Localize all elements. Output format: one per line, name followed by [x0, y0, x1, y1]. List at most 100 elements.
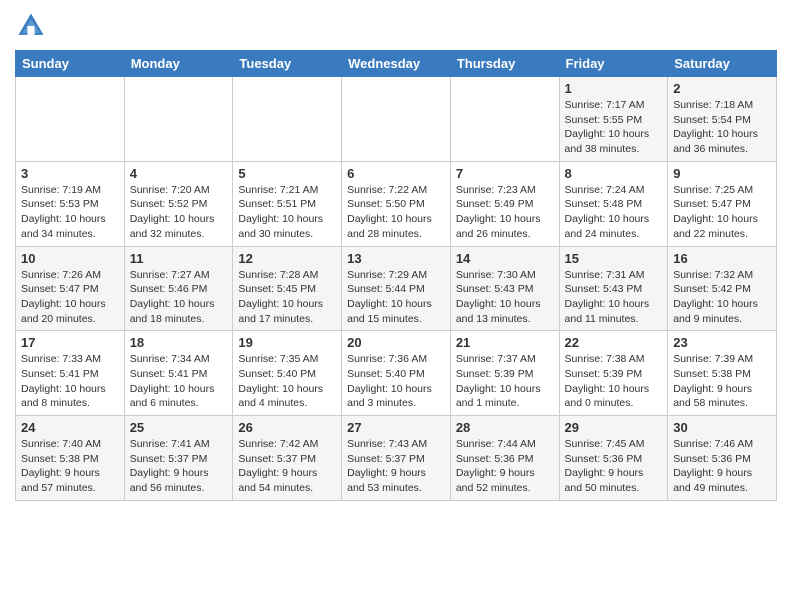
day-cell: 30Sunrise: 7:46 AM Sunset: 5:36 PM Dayli… [668, 416, 777, 501]
header-cell-tuesday: Tuesday [233, 51, 342, 77]
day-info: Sunrise: 7:26 AM Sunset: 5:47 PM Dayligh… [21, 268, 119, 327]
day-cell: 4 Sunrise: 7:20 AM Sunset: 5:52 PM Daylig… [124, 161, 233, 246]
day-cell: 17 Sunrise: 7:33 AM Sunset: 5:41 PM Dayli… [16, 331, 125, 416]
day-cell: 29Sunrise: 7:45 AM Sunset: 5:36 PM Dayli… [559, 416, 668, 501]
day-cell: 12 Sunrise: 7:28 AM Sunset: 5:45 PM Dayli… [233, 246, 342, 331]
day-cell: 26 Sunrise: 7:42 AM Sunset: 5:37 PM Dayli… [233, 416, 342, 501]
day-cell: 2 Sunrise: 7:18 AM Sunset: 5:54 PM Daylig… [668, 77, 777, 162]
day-cell [450, 77, 559, 162]
day-cell [16, 77, 125, 162]
day-info: Sunrise: 7:25 AM Sunset: 5:47 PM Dayligh… [673, 183, 771, 242]
day-number: 10 [21, 251, 119, 266]
day-number: 12 [238, 251, 336, 266]
day-info: Sunrise: 7:38 AM Sunset: 5:39 PM Dayligh… [565, 352, 663, 411]
day-cell: 13Sunrise: 7:29 AM Sunset: 5:44 PM Dayli… [342, 246, 451, 331]
day-number: 19 [238, 335, 336, 350]
day-info: Sunrise: 7:20 AM Sunset: 5:52 PM Dayligh… [130, 183, 228, 242]
day-cell: 5 Sunrise: 7:21 AM Sunset: 5:51 PM Daylig… [233, 161, 342, 246]
day-info: Sunrise: 7:35 AM Sunset: 5:40 PM Dayligh… [238, 352, 336, 411]
day-number: 7 [456, 166, 554, 181]
day-cell: 27Sunrise: 7:43 AM Sunset: 5:37 PM Dayli… [342, 416, 451, 501]
week-row-4: 24Sunrise: 7:40 AM Sunset: 5:38 PM Dayli… [16, 416, 777, 501]
day-number: 5 [238, 166, 336, 181]
day-number: 2 [673, 81, 771, 96]
day-number: 13 [347, 251, 445, 266]
day-cell: 8 Sunrise: 7:24 AM Sunset: 5:48 PM Daylig… [559, 161, 668, 246]
day-info: Sunrise: 7:36 AM Sunset: 5:40 PM Dayligh… [347, 352, 445, 411]
day-number: 22 [565, 335, 663, 350]
header-cell-thursday: Thursday [450, 51, 559, 77]
page: SundayMondayTuesdayWednesdayThursdayFrid… [0, 0, 792, 612]
day-info: Sunrise: 7:39 AM Sunset: 5:38 PM Dayligh… [673, 352, 771, 411]
day-cell: 18 Sunrise: 7:34 AM Sunset: 5:41 PM Dayli… [124, 331, 233, 416]
day-number: 25 [130, 420, 228, 435]
header-row: SundayMondayTuesdayWednesdayThursdayFrid… [16, 51, 777, 77]
day-info: Sunrise: 7:22 AM Sunset: 5:50 PM Dayligh… [347, 183, 445, 242]
header-cell-monday: Monday [124, 51, 233, 77]
day-info: Sunrise: 7:24 AM Sunset: 5:48 PM Dayligh… [565, 183, 663, 242]
day-cell [233, 77, 342, 162]
day-cell: 11 Sunrise: 7:27 AM Sunset: 5:46 PM Dayli… [124, 246, 233, 331]
day-info: Sunrise: 7:41 AM Sunset: 5:37 PM Dayligh… [130, 437, 228, 496]
day-number: 27 [347, 420, 445, 435]
day-info: Sunrise: 7:44 AM Sunset: 5:36 PM Dayligh… [456, 437, 554, 496]
day-cell: 21 Sunrise: 7:37 AM Sunset: 5:39 PM Dayli… [450, 331, 559, 416]
day-info: Sunrise: 7:30 AM Sunset: 5:43 PM Dayligh… [456, 268, 554, 327]
day-number: 1 [565, 81, 663, 96]
day-cell: 25 Sunrise: 7:41 AM Sunset: 5:37 PM Dayli… [124, 416, 233, 501]
day-cell: 16 Sunrise: 7:32 AM Sunset: 5:42 PM Dayli… [668, 246, 777, 331]
day-number: 21 [456, 335, 554, 350]
day-number: 18 [130, 335, 228, 350]
day-cell: 1 Sunrise: 7:17 AM Sunset: 5:55 PM Daylig… [559, 77, 668, 162]
header-cell-wednesday: Wednesday [342, 51, 451, 77]
week-row-2: 10 Sunrise: 7:26 AM Sunset: 5:47 PM Dayli… [16, 246, 777, 331]
day-number: 6 [347, 166, 445, 181]
header-cell-friday: Friday [559, 51, 668, 77]
day-number: 28 [456, 420, 554, 435]
day-info: Sunrise: 7:37 AM Sunset: 5:39 PM Dayligh… [456, 352, 554, 411]
day-number: 26 [238, 420, 336, 435]
day-number: 17 [21, 335, 119, 350]
week-row-0: 1 Sunrise: 7:17 AM Sunset: 5:55 PM Daylig… [16, 77, 777, 162]
day-number: 15 [565, 251, 663, 266]
day-number: 16 [673, 251, 771, 266]
day-info: Sunrise: 7:31 AM Sunset: 5:43 PM Dayligh… [565, 268, 663, 327]
day-cell: 23 Sunrise: 7:39 AM Sunset: 5:38 PM Dayli… [668, 331, 777, 416]
day-cell: 14 Sunrise: 7:30 AM Sunset: 5:43 PM Dayli… [450, 246, 559, 331]
day-cell [342, 77, 451, 162]
day-cell: 9 Sunrise: 7:25 AM Sunset: 5:47 PM Daylig… [668, 161, 777, 246]
day-info: Sunrise: 7:45 AM Sunset: 5:36 PM Dayligh… [565, 437, 663, 496]
logo [15, 10, 51, 42]
day-number: 4 [130, 166, 228, 181]
week-row-1: 3Sunrise: 7:19 AM Sunset: 5:53 PM Daylig… [16, 161, 777, 246]
day-info: Sunrise: 7:17 AM Sunset: 5:55 PM Dayligh… [565, 98, 663, 157]
day-info: Sunrise: 7:21 AM Sunset: 5:51 PM Dayligh… [238, 183, 336, 242]
week-row-3: 17 Sunrise: 7:33 AM Sunset: 5:41 PM Dayli… [16, 331, 777, 416]
day-number: 23 [673, 335, 771, 350]
day-number: 20 [347, 335, 445, 350]
day-info: Sunrise: 7:42 AM Sunset: 5:37 PM Dayligh… [238, 437, 336, 496]
day-info: Sunrise: 7:32 AM Sunset: 5:42 PM Dayligh… [673, 268, 771, 327]
header-cell-sunday: Sunday [16, 51, 125, 77]
day-cell: 22 Sunrise: 7:38 AM Sunset: 5:39 PM Dayli… [559, 331, 668, 416]
day-info: Sunrise: 7:34 AM Sunset: 5:41 PM Dayligh… [130, 352, 228, 411]
day-info: Sunrise: 7:28 AM Sunset: 5:45 PM Dayligh… [238, 268, 336, 327]
header [15, 10, 777, 42]
day-number: 30 [673, 420, 771, 435]
day-number: 9 [673, 166, 771, 181]
day-cell: 15 Sunrise: 7:31 AM Sunset: 5:43 PM Dayli… [559, 246, 668, 331]
day-cell: 24Sunrise: 7:40 AM Sunset: 5:38 PM Dayli… [16, 416, 125, 501]
day-number: 11 [130, 251, 228, 266]
day-info: Sunrise: 7:19 AM Sunset: 5:53 PM Dayligh… [21, 183, 119, 242]
day-info: Sunrise: 7:27 AM Sunset: 5:46 PM Dayligh… [130, 268, 228, 327]
day-cell: 6 Sunrise: 7:22 AM Sunset: 5:50 PM Daylig… [342, 161, 451, 246]
day-number: 8 [565, 166, 663, 181]
day-info: Sunrise: 7:18 AM Sunset: 5:54 PM Dayligh… [673, 98, 771, 157]
calendar-table: SundayMondayTuesdayWednesdayThursdayFrid… [15, 50, 777, 501]
day-info: Sunrise: 7:23 AM Sunset: 5:49 PM Dayligh… [456, 183, 554, 242]
day-info: Sunrise: 7:33 AM Sunset: 5:41 PM Dayligh… [21, 352, 119, 411]
logo-icon [15, 10, 47, 42]
day-cell: 10 Sunrise: 7:26 AM Sunset: 5:47 PM Dayli… [16, 246, 125, 331]
day-number: 14 [456, 251, 554, 266]
day-number: 24 [21, 420, 119, 435]
